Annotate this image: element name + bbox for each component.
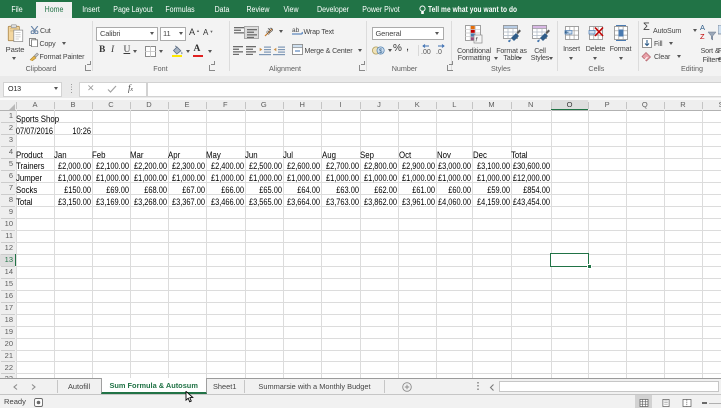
svg-text:.0: .0 <box>436 49 442 55</box>
svg-text:A: A <box>700 23 705 32</box>
svg-text:.00: .00 <box>421 49 431 55</box>
svg-text:Z: Z <box>700 32 705 41</box>
svg-text:ab: ab <box>292 27 300 34</box>
